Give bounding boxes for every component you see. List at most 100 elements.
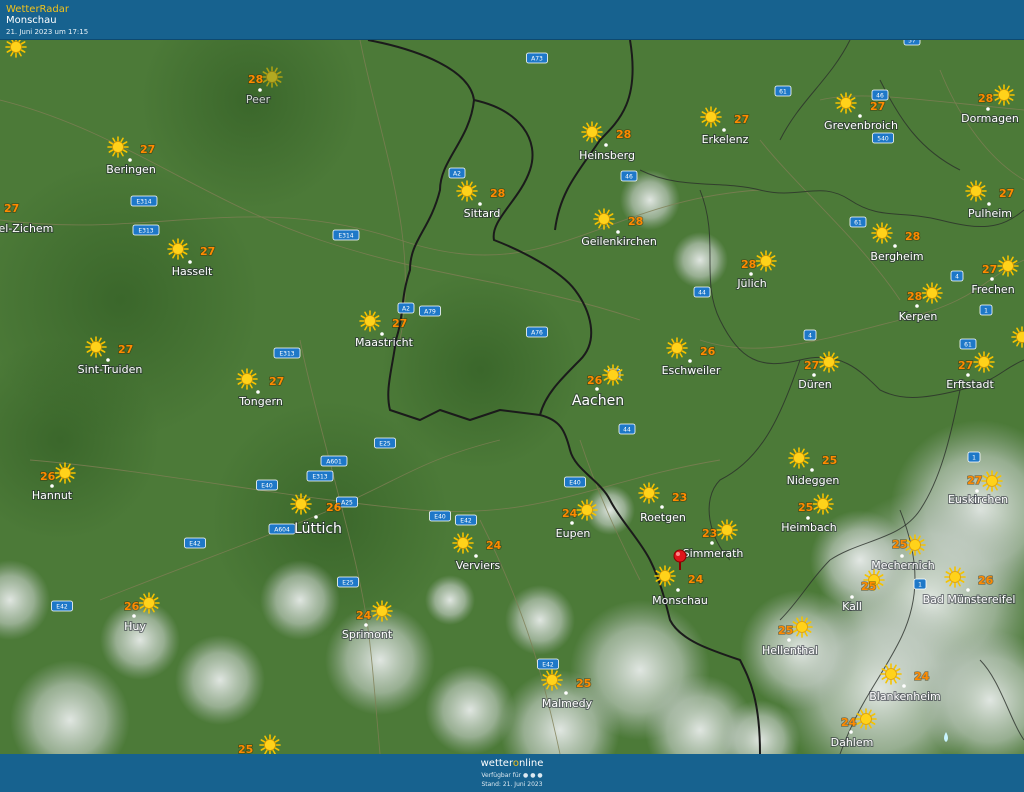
android-icon[interactable]: ● — [530, 772, 535, 779]
city-dot — [850, 595, 854, 599]
city-name: Tongern — [238, 395, 283, 408]
city-dot — [787, 638, 791, 642]
road-shield-label: E314 — [338, 233, 353, 240]
road-shield: E25 — [337, 576, 359, 588]
temperature-label: 27 — [870, 100, 885, 113]
stand-text: Stand: 21. Juni 2023 — [481, 781, 543, 788]
temperature-label: 24 — [688, 573, 704, 586]
city-name: Roetgen — [640, 511, 686, 524]
city-dot — [616, 230, 620, 234]
road-shield-label: E40 — [434, 514, 446, 521]
temperature-label: 26 — [978, 574, 994, 587]
city-dot — [256, 390, 260, 394]
road-shield: 4 — [803, 329, 817, 341]
temperature-label: 27 — [140, 143, 155, 156]
city-name: Heinsberg — [579, 149, 635, 162]
road-shield-label: 61 — [779, 89, 787, 96]
city-dot — [604, 143, 608, 147]
apple-icon[interactable]: ● — [523, 772, 528, 779]
temperature-label: 27 — [118, 343, 133, 356]
road-shield: 61 — [774, 85, 792, 97]
temperature-label: 26 — [124, 600, 140, 613]
road-shield-label: 4 — [955, 274, 959, 281]
city-dot — [990, 277, 994, 281]
city-name: Bad Münstereifel — [923, 593, 1016, 606]
temperature-label: 27 — [804, 359, 819, 372]
temperature-label: 28 — [616, 128, 631, 141]
city-dot — [570, 521, 574, 525]
city-name: Peer — [246, 93, 271, 106]
road-shield-label: 61 — [854, 220, 862, 227]
city-dot — [849, 730, 853, 734]
road-shield-label: 540 — [877, 136, 889, 143]
app-brand[interactable]: WetterRadar — [6, 4, 69, 15]
city-dot — [128, 158, 132, 162]
temperature-label: 24 — [841, 716, 857, 729]
city-name: Hasselt — [172, 265, 213, 278]
temperature-label: 27 — [269, 375, 284, 388]
city-name: Geilenkirchen — [581, 235, 657, 248]
temperature-label: 25 — [892, 538, 907, 551]
temperature-label: 28 — [628, 215, 643, 228]
city-name: Erkelenz — [702, 133, 749, 146]
road-shield: A2 — [448, 167, 466, 179]
temperature-label: 25 — [576, 677, 591, 690]
city-dot — [258, 88, 262, 92]
city-name: Beringen — [106, 163, 156, 176]
temperature-label: 26 — [326, 501, 342, 514]
city-dot — [986, 107, 990, 111]
temperature-label: 28 — [741, 258, 756, 271]
city-name: Jülich — [736, 277, 766, 290]
road-shield: 46 — [620, 170, 638, 182]
city-dot — [806, 516, 810, 520]
city-name: Sprimont — [342, 628, 393, 641]
city-dot — [188, 260, 192, 264]
city-dot — [810, 468, 814, 472]
city-name: Heimbach — [781, 521, 837, 534]
city-name: Hannut — [32, 489, 73, 502]
temperature-label: 26 — [587, 374, 603, 387]
temperature-label: 25 — [778, 624, 793, 637]
city-dot — [660, 505, 664, 509]
road-shield: E313 — [306, 470, 334, 482]
city-dot — [688, 359, 692, 363]
city-dot — [966, 373, 970, 377]
road-shield-label: 61 — [964, 342, 972, 349]
temperature-label: 24 — [562, 507, 578, 520]
city-name: Grevenbroich — [824, 119, 898, 132]
road-shield-label: A79 — [424, 309, 436, 316]
city-dot — [749, 272, 753, 276]
road-shield: E42 — [51, 600, 73, 612]
road-shield-label: 1 — [984, 308, 988, 315]
road-shield: E313 — [273, 347, 301, 359]
road-shield: E314 — [130, 195, 158, 207]
city-dot — [132, 614, 136, 618]
map-canvas[interactable]: A73614657540A2 46E314E313E31461444A2 A79A7… — [0, 40, 1024, 754]
city-name: Bergheim — [870, 250, 923, 263]
road-shield-label: A2 — [402, 306, 410, 313]
web-icon[interactable]: ● — [537, 772, 542, 779]
road-shield-label: A25 — [341, 500, 353, 507]
wetteronline-logo[interactable]: wetteronline — [0, 758, 1024, 769]
road-shield-label: A604 — [274, 527, 290, 534]
temperature-label: 23 — [672, 491, 687, 504]
city-name: Maastricht — [355, 336, 414, 349]
road-shield-label: 57 — [908, 40, 916, 45]
city-dot — [966, 588, 970, 592]
road-shield-label: E42 — [56, 604, 68, 611]
road-shield-label: E25 — [342, 580, 354, 587]
road-shield: 44 — [693, 286, 711, 298]
city-dot — [902, 684, 906, 688]
temperature-label: 27 — [967, 474, 982, 487]
city-name: Düren — [798, 378, 831, 391]
city-dot — [915, 304, 919, 308]
radar-map[interactable]: A73 61 46 57 540 A2 46 E314 E313 E314 61 4 44 A2 A79 A7… — [0, 40, 1024, 754]
road-shield-label: E40 — [261, 483, 273, 490]
road-shield-label: E42 — [460, 518, 472, 525]
city-dot — [314, 515, 318, 519]
road-shield-label: 1 — [918, 582, 922, 589]
road-shield-label: E40 — [569, 480, 581, 487]
city-dot — [478, 202, 482, 206]
footer-bar: wetteronline Verfügbar für ● ● ● Stand: … — [0, 754, 1024, 792]
temperature-label: 28 — [905, 230, 920, 243]
